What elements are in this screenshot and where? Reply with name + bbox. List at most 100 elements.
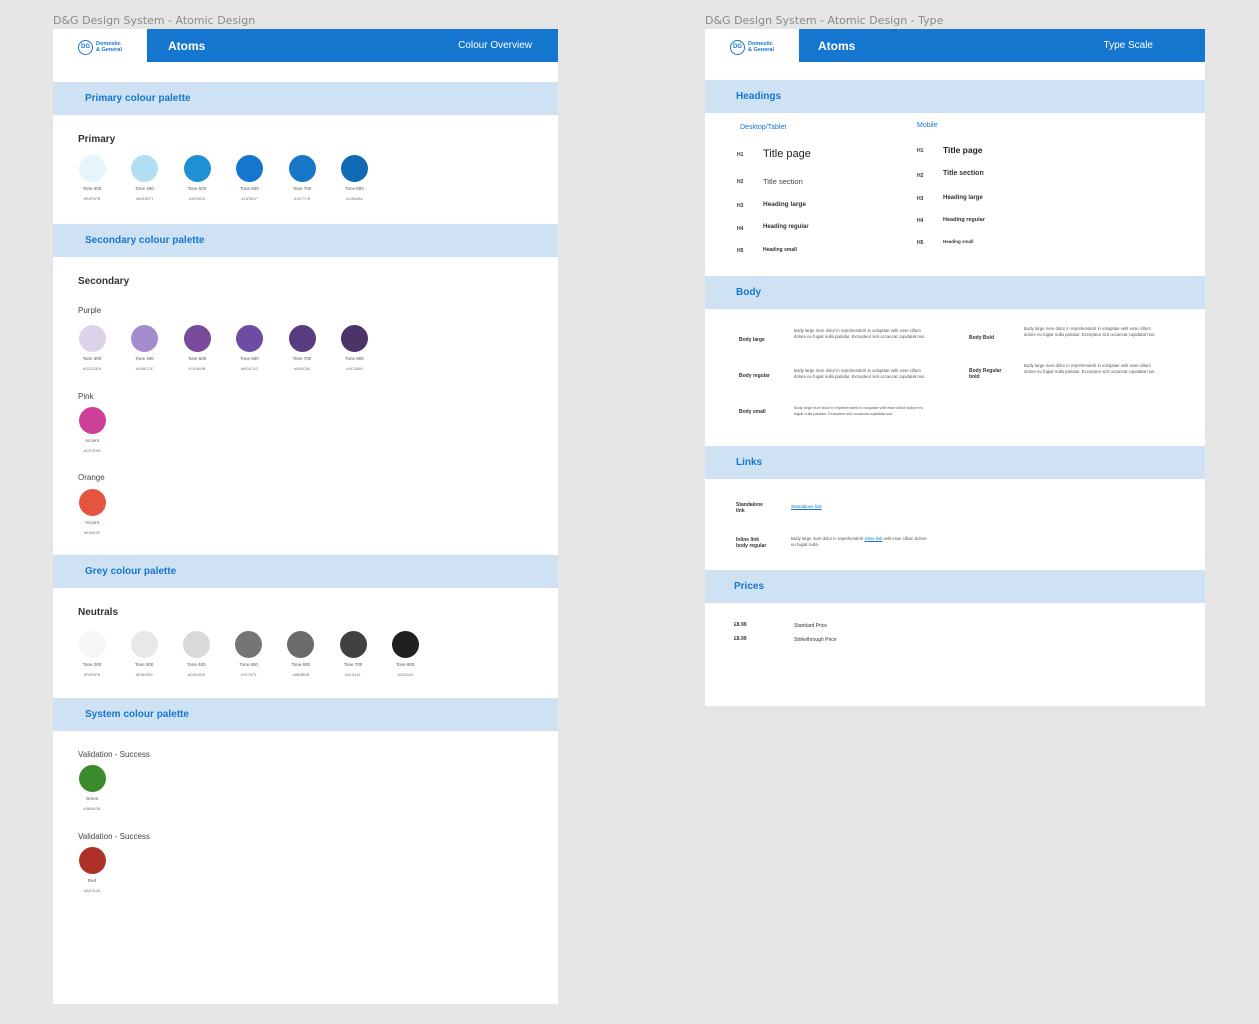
desktop-h4-tag: H4: [737, 226, 744, 232]
swatch-hex: #B2DEF1: [135, 196, 154, 201]
body-bold-text: Body large irure dolor in reprehenderit …: [1024, 326, 1156, 337]
green-swatch: Green #3B8A2B: [62, 765, 122, 811]
desktop-h2: Title section: [763, 177, 803, 186]
swatch-label: Tone 600: [291, 662, 311, 667]
swatch-hex: #583C80: [293, 366, 311, 371]
swatch-label: Tone 700: [292, 186, 312, 191]
orange-swatch: Accent #E5543F: [62, 489, 122, 535]
right-frame-title: D&G Design System - Atomic Design - Type: [705, 14, 944, 27]
inline-link-label: Inline link body regular: [736, 537, 767, 549]
mobile-h4: Heading regular: [943, 217, 985, 223]
primary.swatches-swatch: Tone 600 #1576CF: [220, 155, 280, 201]
colour-overview-frame: DG Domestic & General Atoms Colour Overvi…: [53, 29, 558, 1004]
mobile-h5: Heading small: [943, 239, 974, 244]
secondary.purple-swatch: Tone 800 #4C3468: [325, 325, 385, 371]
swatch-label: Tone 400: [187, 662, 206, 667]
swatch-hex: #1677C8: [293, 196, 311, 201]
swatch-hex: #757575: [240, 672, 257, 677]
colour-dot: [183, 325, 211, 352]
inline-link[interactable]: inline link: [865, 536, 883, 541]
top-bar-type: DG Domestic & General Atoms Type Scale: [705, 29, 1205, 62]
swatch-hex: #6E4CA2: [240, 366, 259, 371]
colour-dot: [236, 155, 263, 182]
colour-dot: [287, 631, 315, 658]
desktop-h4: Heading regular: [763, 224, 809, 230]
swatch-hex: #D9D9D9: [187, 672, 206, 677]
swatch-hex: #F6F6F6: [83, 672, 101, 677]
colour-dot: [341, 325, 368, 352]
desktop-h5: Heading small: [763, 247, 797, 253]
desktop-label: Desktop/Tablet: [740, 124, 787, 131]
colour-dot: [341, 155, 368, 182]
swatch-label: Tone 300: [134, 662, 154, 667]
swatch-hex: #A58CCF: [135, 366, 154, 371]
desktop-h1: Title page: [763, 148, 811, 160]
swatch-hex: #4C3468: [346, 366, 363, 371]
swatch-hex: #E8E8E8: [135, 672, 153, 677]
grey.swatches-swatch: Tone 600 #6B6B6B: [271, 631, 331, 677]
primary.swatches-swatch: Tone 700 #1677C8: [272, 155, 332, 201]
swatch-label: Tone 600: [240, 186, 259, 191]
swatch-hex: #1E90D3: [188, 196, 206, 201]
colour-dot: [288, 325, 316, 352]
primary-band: Primary colour palette: [53, 82, 558, 115]
primary.swatches-swatch: Tone 800 #106AB4: [325, 155, 385, 201]
top-bar: DG Domestic & General Atoms Colour Overvi…: [53, 29, 558, 62]
secondary.purple-swatch: Tone 500 #7A4A9B: [167, 325, 227, 371]
body-regular-label: Body regular: [739, 373, 770, 379]
colour-dot: [130, 631, 158, 658]
standalone-link-label: Standalone link: [736, 502, 763, 514]
desktop-h5-tag: H5: [737, 248, 744, 254]
desktop-h2-tag: H2: [737, 179, 744, 185]
logo: DG Domestic & General: [53, 29, 147, 62]
price-strike-value: £8.99: [734, 636, 747, 642]
colour-dot: [236, 325, 263, 352]
desktop-h1-tag: H1: [737, 152, 744, 158]
desktop-h3-tag: H3: [737, 203, 744, 209]
swatch-hex: #DCD2EA: [82, 366, 102, 371]
body-regular-bold-text: Body large irure dolor in reprehenderit …: [1024, 363, 1156, 374]
swatch-label: Tone 800: [345, 186, 364, 191]
secondary.purple-swatch: Tone 400 #A58CCF: [115, 325, 175, 371]
secondary.purple-swatch: Tone 300 #DCD2EA: [62, 325, 122, 371]
mobile-h2: Title section: [943, 170, 984, 177]
atoms-label: Atoms: [818, 39, 856, 53]
price-standard-label: Standard Price: [794, 623, 828, 629]
logo-text: Domestic & General: [96, 41, 122, 53]
mobile-h3-tag: H3: [917, 196, 924, 202]
colour-dot: [288, 155, 316, 182]
colour-dot: [339, 631, 367, 658]
links-band: Links: [705, 446, 1205, 479]
pink-label: Pink: [78, 392, 94, 401]
mobile-h5-tag: H5: [917, 240, 924, 246]
body-regular-bold-label: Body Regular bold: [969, 368, 1002, 380]
swatch-label: Tone 500: [187, 186, 207, 191]
red-swatch: Red #AE3128: [62, 847, 122, 893]
secondary.purple-swatch: Tone 600 #6E4CA2: [220, 325, 280, 371]
price-strike-label: Strikethrough Price: [794, 637, 837, 643]
price-standard-value: £8.99: [734, 622, 747, 628]
body-band: Body: [705, 276, 1205, 309]
grey.swatches-swatch: Tone 300 #E8E8E8: [114, 631, 174, 677]
grey.swatches-swatch: Tone 700 #414141: [323, 631, 383, 677]
type-scale-frame: DG Domestic & General Atoms Type Scale He…: [705, 29, 1205, 706]
pink-swatch: Accent #CE3F98: [62, 407, 122, 453]
colour-dot: [235, 631, 263, 658]
inline-link-paragraph: Body large irure dolor in reprehenderit …: [791, 536, 927, 547]
colour-overview-label: Colour Overview: [458, 40, 532, 51]
swatch-hex: #6B6B6B: [292, 672, 310, 677]
colour-dot: [182, 631, 210, 658]
mobile-label: Mobile: [917, 122, 938, 129]
neutrals-heading: Neutrals: [78, 607, 119, 618]
swatch-label: Tone 800: [345, 356, 364, 361]
colour-dot: [78, 631, 106, 658]
standalone-link[interactable]: Standalone link: [791, 504, 822, 509]
swatch-hex: #7A4A9B: [188, 366, 206, 371]
swatch-hex: #E6F4FB: [83, 196, 101, 201]
desktop-h3: Heading large: [763, 201, 806, 208]
body-large-label: Body large: [739, 337, 765, 343]
logo-mark-icon: DG: [730, 40, 745, 55]
primary.swatches-swatch: Tone 500 #1E90D3: [167, 155, 227, 201]
mobile-h4-tag: H4: [917, 218, 924, 224]
atoms-label: Atoms: [168, 39, 206, 53]
